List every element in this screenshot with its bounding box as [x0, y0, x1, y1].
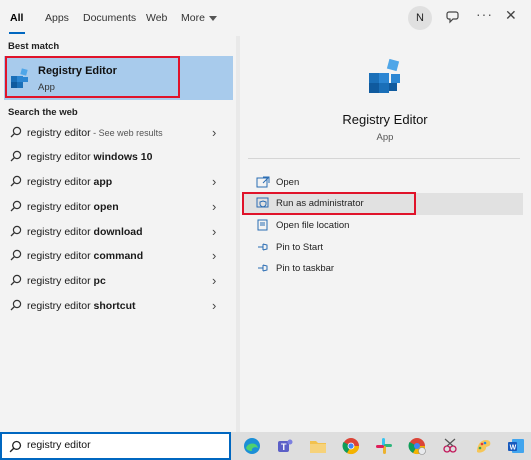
search-icon: [10, 175, 22, 190]
search-icon: [10, 126, 22, 141]
pin-icon: [256, 241, 270, 256]
search-web-header: Search the web: [8, 107, 78, 118]
close-icon[interactable]: ✕: [505, 7, 517, 24]
more-options-icon[interactable]: ···: [476, 6, 493, 22]
search-icon: [10, 299, 22, 314]
web-result-item[interactable]: registry editor command ›: [4, 244, 233, 268]
search-tabs-bar: All Apps Documents Web More N ··· ✕: [0, 0, 531, 36]
registry-editor-icon: [366, 56, 406, 99]
search-icon: [10, 150, 22, 165]
search-input[interactable]: [27, 439, 217, 451]
chevron-right-icon: ›: [212, 248, 217, 263]
annotation-highlight-box: [5, 56, 180, 98]
web-result-label: registry editor pc: [27, 275, 106, 287]
chevron-right-icon: ›: [212, 224, 217, 239]
registry-editor-icon: [9, 67, 31, 92]
action-pin-to-start[interactable]: Pin to Start: [244, 237, 523, 259]
action-label: Pin to taskbar: [276, 263, 335, 274]
web-result-item[interactable]: registry editor app ›: [4, 170, 233, 194]
file-explorer-icon[interactable]: [309, 437, 327, 455]
web-result-item[interactable]: registry editor pc ›: [4, 269, 233, 293]
tab-documents[interactable]: Documents: [83, 12, 136, 24]
edge-icon[interactable]: [243, 437, 261, 455]
chevron-down-icon: [208, 15, 217, 21]
word-icon[interactable]: W: [507, 437, 525, 455]
best-match-subtitle: App: [38, 82, 55, 93]
chevron-right-icon: ›: [212, 199, 217, 214]
chevron-right-icon: ›: [212, 125, 217, 140]
chevron-right-icon: ›: [212, 273, 217, 288]
chevron-right-icon: ›: [212, 174, 217, 189]
action-label: Open: [276, 177, 300, 188]
tab-all[interactable]: All: [10, 12, 23, 24]
search-icon: [10, 225, 22, 240]
tab-apps[interactable]: Apps: [45, 12, 69, 24]
feedback-icon[interactable]: [446, 9, 462, 28]
app-type-label: App: [376, 132, 394, 143]
file-location-icon: [256, 219, 270, 234]
web-result-label: registry editor shortcut: [27, 300, 136, 312]
chrome-icon[interactable]: [342, 437, 360, 455]
web-result-item[interactable]: registry editor shortcut ›: [4, 294, 233, 318]
action-label: Open file location: [276, 220, 350, 231]
web-result-label: registry editor command: [27, 250, 144, 262]
web-result-label: registry editor - See web results: [27, 127, 163, 139]
app-title: Registry Editor: [342, 112, 428, 127]
best-match-title: Registry Editor: [38, 65, 117, 77]
taskbar-search-box[interactable]: [0, 432, 231, 460]
tab-more-label: More: [181, 12, 205, 24]
search-icon: [9, 440, 22, 456]
paint-icon[interactable]: [474, 437, 492, 455]
web-result-item[interactable]: registry editor - See web results ›: [4, 121, 233, 145]
chevron-right-icon: ›: [212, 298, 217, 313]
open-icon: [256, 176, 270, 191]
web-result-label: registry editor windows 10: [27, 151, 153, 163]
action-label: Pin to Start: [276, 242, 323, 253]
action-open-file-location[interactable]: Open file location: [244, 215, 523, 237]
web-result-label: registry editor open: [27, 201, 119, 213]
active-tab-indicator: [9, 32, 25, 34]
svg-text:T: T: [281, 442, 287, 452]
action-open[interactable]: Open: [244, 172, 523, 194]
avatar[interactable]: N: [408, 6, 432, 30]
annotation-highlight-box: [242, 192, 416, 215]
search-icon: [10, 274, 22, 289]
web-result-label: registry editor download: [27, 226, 143, 238]
web-result-label: registry editor app: [27, 176, 113, 188]
web-result-item[interactable]: registry editor open ›: [4, 195, 233, 219]
tab-more[interactable]: More: [181, 12, 217, 24]
divider: [248, 158, 520, 159]
svg-text:W: W: [510, 445, 517, 452]
web-result-item[interactable]: registry editor download ›: [4, 220, 233, 244]
chrome-alt-icon[interactable]: [408, 437, 426, 455]
results-panel: Best match Registry Editor App Search th…: [0, 36, 236, 432]
search-icon: [10, 249, 22, 264]
web-result-item[interactable]: registry editor windows 10: [4, 145, 233, 169]
slack-icon[interactable]: [375, 437, 393, 455]
tab-web[interactable]: Web: [146, 12, 167, 24]
pin-icon: [256, 262, 270, 277]
snipping-tool-icon[interactable]: [441, 437, 459, 455]
search-icon: [10, 200, 22, 215]
action-pin-to-taskbar[interactable]: Pin to taskbar: [244, 258, 523, 280]
best-match-header: Best match: [8, 41, 60, 52]
teams-icon[interactable]: T: [276, 437, 294, 455]
